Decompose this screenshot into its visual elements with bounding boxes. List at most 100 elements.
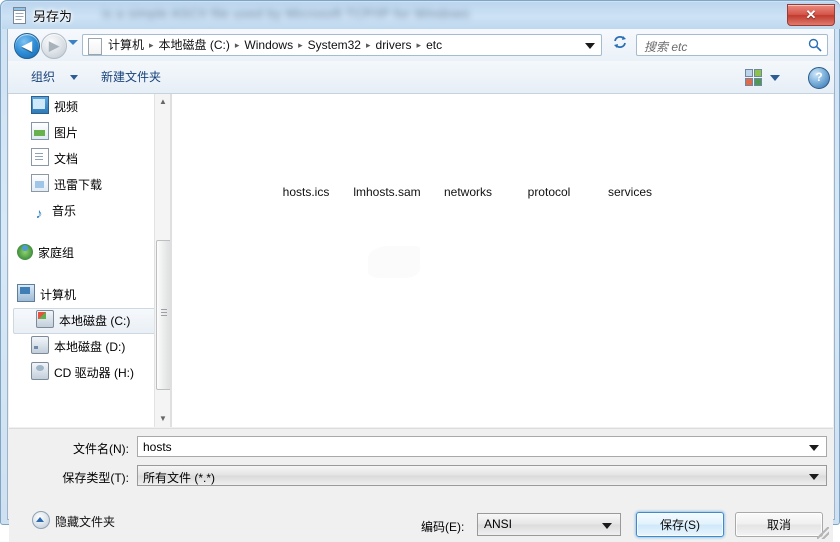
resize-grip[interactable] [817,527,829,539]
recent-locations-chevron-down-icon[interactable] [68,40,78,45]
sidebar-item-label: 家庭组 [38,246,75,260]
forward-arrow-icon: ▶ [49,38,59,53]
file-item[interactable]: networks [428,185,508,199]
file-item[interactable]: lmhosts.sam [347,185,427,199]
organize-button[interactable]: 组织 [26,68,60,87]
sidebar-item-label: 本地磁盘 (C:) [59,314,131,328]
refresh-icon [614,36,626,48]
windows-drive-icon [36,310,54,328]
sidebar-item-9[interactable]: CD 驱动器 (H:) [9,360,170,386]
encoding-value: ANSI [484,517,513,531]
sidebar-item-label: 图片 [54,126,79,140]
view-tile-3 [745,78,753,86]
breadcrumb-item[interactable]: Windows [241,35,296,55]
folder-page-icon [88,38,102,55]
file-item[interactable]: services [590,185,670,199]
action-bar: 隐藏文件夹 编码(E): ANSI 保存(S) 取消 [9,496,833,542]
encoding-chevron-down-icon[interactable] [602,523,612,529]
view-chevron-down-icon[interactable] [770,75,780,81]
hard-drive-icon [31,336,49,354]
sidebar-item-label: 视频 [54,100,79,114]
filename-label: 文件名(N): [73,442,129,456]
homegroup-icon [17,244,33,260]
glass-background-text: is a simple ASCII file used by Microsoft… [102,6,470,21]
filetype-select[interactable]: 所有文件 (*.*) [137,465,827,486]
file-item[interactable]: protocol [509,185,589,199]
breadcrumb-item[interactable]: 计算机 [105,35,147,55]
window-title: 另存为 [33,9,73,24]
back-arrow-icon: ◀ [22,38,32,53]
scroll-down-button[interactable]: ▼ [155,411,171,427]
sidebar-item-5[interactable]: 家庭组 [9,240,170,266]
breadcrumb-separator-icon: ▸ [149,40,154,50]
breadcrumb-separator-icon: ▸ [298,40,303,50]
scrollbar-grip-icon [161,309,167,310]
search-icon [808,38,822,52]
sidebar-item-6[interactable]: 计算机 [9,282,170,308]
document-icon [31,148,49,166]
chevron-up-circle-icon [32,511,50,529]
close-icon: ✕ [805,7,817,22]
sidebar-item-8[interactable]: 本地磁盘 (D:) [9,334,170,360]
sidebar-item-label: 本地磁盘 (D:) [54,340,126,354]
tree-group-spacer [9,224,170,240]
computer-icon [17,284,35,302]
view-tile-2 [754,69,762,77]
notepad-icon [13,7,26,24]
filename-input[interactable]: hosts [137,436,827,457]
breadcrumb-item[interactable]: drivers [373,35,415,55]
refresh-button[interactable] [608,34,632,56]
sidebar-item-4[interactable]: ♪ 音乐 [9,198,170,224]
sidebar-scrollbar[interactable]: ▲ ▼ [154,94,172,427]
sidebar-item-7[interactable]: 本地磁盘 (C:) [13,308,166,334]
breadcrumb-separator-icon: ▸ [365,40,371,50]
search-placeholder: 搜索 etc [644,40,688,54]
sidebar-item-3[interactable]: 迅雷下载 [9,172,170,198]
help-button[interactable]: ? [808,67,830,89]
sidebar-item-1[interactable]: 图片 [9,120,170,146]
new-folder-button[interactable]: 新建文件夹 [96,68,166,87]
hide-folders-label: 隐藏文件夹 [55,515,116,529]
save-as-dialog-window: is a simple ASCII file used by Microsoft… [0,0,840,542]
organize-chevron-down-icon[interactable] [70,75,78,80]
breadcrumb-separator-icon: ▸ [234,40,240,50]
filename-chevron-down-icon[interactable] [809,445,819,451]
close-button[interactable]: ✕ [787,4,835,26]
sidebar-item-label: 计算机 [40,288,77,302]
breadcrumb: 计算机 ▸ 本地磁盘 (C:) ▸ Windows ▸ System32 ▸ drivers ▸ e… [105,35,445,55]
cd-drive-icon [31,362,49,380]
sidebar-item-label: 文档 [54,152,79,166]
sidebar-item-label: CD 驱动器 (H:) [54,366,134,380]
dialog-client-area: ◀ ▶ 计算机 ▸ 本地磁盘 (C:) ▸ Windows ▸ System32 ▸ drive… [7,29,835,542]
video-icon [31,96,49,114]
picture-icon [31,122,49,140]
breadcrumb-item[interactable]: etc [423,35,445,55]
view-options-icon[interactable] [745,69,762,86]
view-tile-4 [754,78,762,86]
forward-button[interactable]: ▶ [41,33,67,59]
address-bar[interactable]: 计算机 ▸ 本地磁盘 (C:) ▸ Windows ▸ System32 ▸ drivers ▸ e… [82,34,602,56]
address-chevron-down-icon[interactable] [585,43,595,49]
breadcrumb-item[interactable]: 本地磁盘 (C:) [156,35,233,55]
command-toolbar: 组织 新建文件夹 ? [8,61,834,94]
music-icon: ♪ [35,205,43,221]
file-item[interactable]: hosts.ics [266,185,346,199]
filetype-chevron-down-icon[interactable] [809,474,819,480]
title-bar: is a simple ASCII file used by Microsoft… [2,2,840,29]
file-list-pane[interactable]: hosts.ics lmhosts.sam networks protocol serv… [172,94,833,427]
scroll-up-button[interactable]: ▲ [155,94,171,110]
filetype-value: 所有文件 (*.*) [143,471,216,485]
back-button[interactable]: ◀ [14,33,40,59]
search-input[interactable]: 搜索 etc [636,34,828,56]
sidebar-item-0[interactable]: 视频 [9,94,170,120]
breadcrumb-separator-icon: ▸ [416,40,422,50]
hide-folders-button[interactable]: 隐藏文件夹 [32,511,115,530]
sidebar-item-label: 音乐 [52,204,77,218]
breadcrumb-item[interactable]: System32 [305,35,364,55]
file-form-area: 文件名(N): hosts 保存类型(T): 所有文件 (*.*) [9,428,833,497]
sidebar-item-label: 迅雷下载 [54,178,103,192]
filename-value: hosts [143,440,172,454]
encoding-label: 编码(E): [421,520,465,534]
navigation-bar: ◀ ▶ 计算机 ▸ 本地磁盘 (C:) ▸ Windows ▸ System32 ▸ drive… [8,29,834,61]
sidebar-item-2[interactable]: 文档 [9,146,170,172]
